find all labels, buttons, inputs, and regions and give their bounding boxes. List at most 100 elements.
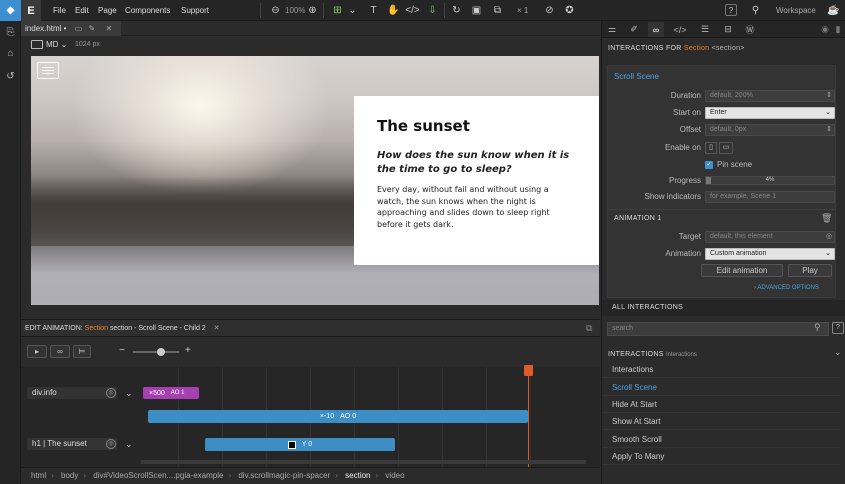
stepper-icon[interactable]: ⇕ bbox=[826, 125, 832, 135]
coffee-icon[interactable]: ☕ bbox=[826, 3, 841, 18]
export-icon[interactable]: ⇩ bbox=[425, 3, 440, 18]
frame-icon[interactable]: ⧉ bbox=[490, 3, 505, 18]
minus-icon[interactable]: − bbox=[119, 345, 125, 356]
breadcrumb-item[interactable]: html bbox=[31, 468, 46, 484]
edit-icon[interactable]: ✎ bbox=[89, 24, 96, 33]
tween-bar[interactable]: Y 0 bbox=[205, 438, 395, 451]
close-icon[interactable]: ✕ bbox=[105, 24, 112, 33]
breakpoint-select[interactable]: MD ⌄ bbox=[46, 40, 67, 49]
target-icon[interactable]: ◎ bbox=[106, 439, 116, 449]
trash-icon[interactable]: 🗑 bbox=[821, 213, 832, 224]
menu-support[interactable]: Support bbox=[181, 0, 209, 21]
text-cursor-icon[interactable]: T bbox=[366, 3, 381, 18]
advanced-options-link[interactable]: › ADVANCED OPTIONS bbox=[754, 285, 819, 291]
list-item[interactable]: Scroll Scene bbox=[602, 379, 840, 396]
play-icon[interactable]: ▸ bbox=[27, 345, 47, 358]
expand-icon[interactable]: ⧉ bbox=[586, 323, 592, 334]
breadcrumb-item[interactable]: div#VideoScrollScen....pgia-example bbox=[93, 468, 223, 484]
target-icon[interactable]: ◎ bbox=[106, 388, 116, 398]
library-icon[interactable]: ⌂ bbox=[3, 46, 18, 61]
page-body[interactable]: Every day, without fail and without usin… bbox=[377, 184, 577, 230]
offset-input[interactable]: default, 0px ⇕ bbox=[705, 123, 835, 136]
breadcrumb-item[interactable]: section bbox=[345, 468, 370, 484]
chevron-down-icon[interactable]: ⌄ bbox=[345, 3, 360, 18]
target-input[interactable]: default, this element ◎ bbox=[705, 230, 835, 243]
search-icon[interactable]: ⚲ bbox=[814, 322, 821, 333]
brush-icon[interactable]: ✐ bbox=[626, 22, 642, 37]
animation-timeline[interactable]: div.info ◎ ⌄ ×500 AO 1 ×-10 AO 0 h1 | Th… bbox=[21, 365, 600, 467]
interactions-icon[interactable]: ∞ bbox=[648, 22, 664, 37]
code-icon[interactable]: </> bbox=[405, 3, 420, 18]
tween-bar[interactable]: ×-10 AO 0 bbox=[148, 410, 528, 423]
target-icon[interactable]: ◎ bbox=[826, 232, 832, 242]
undo-icon[interactable]: ↺ bbox=[3, 69, 18, 84]
hand-icon[interactable]: ✋ bbox=[386, 3, 401, 18]
pinegrow-logo-icon[interactable]: ◆ bbox=[0, 0, 21, 21]
page-heading[interactable]: The sunset bbox=[377, 117, 577, 135]
breadcrumb-item[interactable]: body bbox=[61, 468, 78, 484]
open-page-icon[interactable]: ⎘ bbox=[3, 25, 18, 40]
list-item[interactable]: Hide At Start bbox=[602, 396, 840, 413]
grid-icon[interactable]: ⊞ bbox=[330, 3, 345, 18]
track-label[interactable]: div.info bbox=[27, 387, 117, 399]
plus-icon[interactable]: + bbox=[185, 345, 191, 356]
mobile-icon[interactable]: ▯ bbox=[705, 141, 717, 154]
breadcrumb-item[interactable]: video bbox=[385, 468, 404, 484]
playhead[interactable] bbox=[528, 367, 529, 467]
stepper-icon[interactable]: ⇕ bbox=[826, 91, 832, 101]
indicators-input[interactable]: for example, Scene 1 bbox=[705, 190, 835, 203]
menu-components[interactable]: Components bbox=[125, 0, 170, 21]
loop-icon[interactable]: ∞ bbox=[50, 345, 70, 358]
refresh-icon[interactable]: ↻ bbox=[449, 3, 464, 18]
desktop-icon[interactable]: ▭ bbox=[719, 141, 733, 154]
menu-edit[interactable]: Edit bbox=[75, 0, 89, 21]
eye-off-icon[interactable]: ⊘ bbox=[542, 3, 557, 18]
zoom-out-icon[interactable]: ⊖ bbox=[268, 3, 283, 18]
list-item[interactable]: Smooth Scroll bbox=[602, 431, 840, 448]
tab-index-html[interactable]: index.html • ▭ ✎ ✕ bbox=[21, 21, 121, 36]
timeline-scrollbar[interactable] bbox=[141, 460, 586, 464]
help-icon[interactable]: ? bbox=[832, 322, 844, 334]
accessibility-icon[interactable]: ✪ bbox=[562, 3, 577, 18]
slider-handle[interactable] bbox=[157, 348, 165, 356]
chevron-down-icon[interactable]: ⌄ bbox=[125, 388, 133, 399]
zoom-in-icon[interactable]: ⊕ bbox=[305, 3, 320, 18]
zoom-slider[interactable] bbox=[133, 351, 179, 353]
pin-checkbox[interactable]: ✓ bbox=[705, 160, 713, 169]
workspace-menu[interactable]: Workspace bbox=[776, 0, 816, 21]
wordpress-icon[interactable]: Ⓦ bbox=[742, 22, 758, 37]
panel-resize-icon[interactable]: ▮ bbox=[830, 22, 845, 37]
page-subheading[interactable]: How does the sun know when it is the tim… bbox=[377, 149, 577, 177]
list-item[interactable]: Show At Start bbox=[602, 413, 840, 430]
align-icon[interactable]: ⊨ bbox=[73, 345, 91, 358]
track-label[interactable]: h1 | The sunset bbox=[27, 438, 117, 450]
database-icon[interactable]: ☰ bbox=[697, 22, 713, 37]
help-icon[interactable]: ? bbox=[725, 4, 737, 16]
window-icon[interactable]: ▭ bbox=[75, 24, 83, 33]
code-icon[interactable]: </> bbox=[672, 22, 688, 37]
interactions-search[interactable]: search bbox=[607, 322, 829, 336]
sliders-icon[interactable]: ⚌ bbox=[604, 22, 620, 37]
duration-input[interactable]: default, 200% ⇕ bbox=[705, 89, 835, 102]
app-logo[interactable]: E bbox=[21, 0, 41, 21]
start-select[interactable]: Enter ⌄ bbox=[705, 106, 835, 119]
list-item[interactable]: Apply To Many bbox=[602, 448, 840, 465]
page-canvas[interactable]: The sunset How does the sun know when it… bbox=[31, 56, 599, 305]
breadcrumb-item[interactable]: div.scrollmagic-pin-spacer bbox=[238, 468, 330, 484]
close-icon[interactable]: ✕ bbox=[214, 325, 220, 332]
screenshot-icon[interactable]: ▣ bbox=[469, 3, 484, 18]
menu-page[interactable]: Page bbox=[98, 0, 117, 21]
chevron-down-icon[interactable]: ⌄ bbox=[125, 439, 133, 450]
menu-file[interactable]: File bbox=[53, 0, 66, 21]
play-button[interactable]: Play bbox=[788, 264, 832, 277]
list-item[interactable]: Interactions bbox=[602, 361, 840, 378]
tree-icon[interactable]: ⊟ bbox=[720, 22, 736, 37]
hamburger-menu-icon[interactable] bbox=[37, 62, 59, 79]
info-box[interactable]: The sunset How does the sun know when it… bbox=[354, 96, 599, 265]
animation-select[interactable]: Custom animation ⌄ bbox=[705, 247, 835, 260]
keyframe-chip[interactable]: ×500 AO 1 bbox=[143, 387, 199, 399]
playhead-handle[interactable] bbox=[524, 365, 533, 376]
search-icon[interactable]: ⚲ bbox=[748, 3, 763, 18]
chevron-down-icon[interactable]: ⌄ bbox=[834, 347, 842, 358]
edit-animation-button[interactable]: Edit animation bbox=[701, 264, 783, 277]
